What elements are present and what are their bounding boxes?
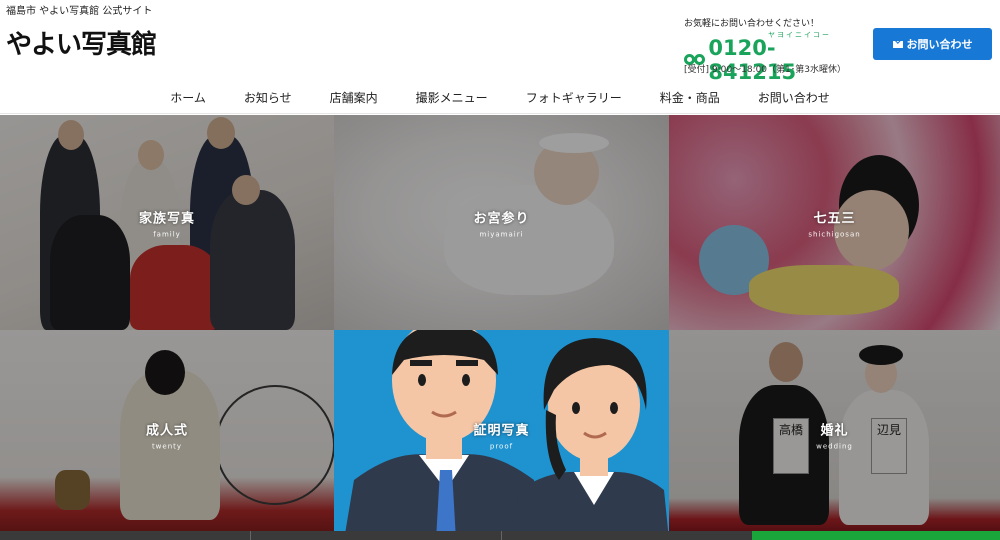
tile-title: 婚礼 xyxy=(820,423,849,439)
tile-title: 証明写真 xyxy=(473,423,530,439)
global-nav: ホーム お知らせ 店舗案内 撮影メニュー フォトギャラリー 料金・商品 お問い合… xyxy=(0,84,1000,114)
tile-proof[interactable]: 証明写真 proof xyxy=(334,330,669,540)
tile-subtitle: miyamairi xyxy=(479,230,524,238)
tile-family-caption: 家族写真 family xyxy=(0,207,334,238)
contact-button-label: お問い合わせ xyxy=(906,38,973,51)
nav-item-home[interactable]: ホーム xyxy=(151,84,225,113)
menu-grid: 家族写真 family お宮参り miyamairi 七五三 shichigos… xyxy=(0,115,1000,540)
tile-title: お宮参り xyxy=(473,211,530,226)
tile-title: 成人式 xyxy=(145,423,188,439)
tile-subtitle: shichigosan xyxy=(808,230,861,238)
tile-seijinshiki[interactable]: 成人式 twenty xyxy=(0,330,334,540)
tile-title: 七五三 xyxy=(813,211,856,226)
tile-wedding-caption: 婚礼 wedding xyxy=(669,420,1000,451)
bottom-bar-phone[interactable] xyxy=(752,531,1000,540)
site-logo[interactable]: やよい写真館 xyxy=(6,24,157,61)
tile-miyamairi-caption: お宮参り miyamairi xyxy=(334,207,669,238)
bottom-action-bar xyxy=(0,531,1000,540)
tile-proof-caption: 証明写真 proof xyxy=(334,420,669,451)
tile-subtitle: proof xyxy=(489,442,514,451)
nav-item-menu[interactable]: 撮影メニュー xyxy=(397,84,507,113)
site-tagline: 福島市 やよい写真館 公式サイト xyxy=(6,6,153,17)
tile-seijinshiki-caption: 成人式 twenty xyxy=(0,420,334,451)
tile-title: 家族写真 xyxy=(138,211,195,226)
business-hours: [受付] 9:00〜18:00（第1･第3水曜休） xyxy=(684,65,846,75)
nav-item-gallery[interactable]: フォトギャラリー xyxy=(507,84,641,113)
tile-shichigosan-caption: 七五三 shichigosan xyxy=(669,207,1000,238)
bottom-bar-left[interactable] xyxy=(0,531,752,540)
mail-icon xyxy=(892,40,903,48)
contact-lead-text: お気軽にお問い合わせください！ xyxy=(684,19,820,29)
tile-miyamairi[interactable]: お宮参り miyamairi xyxy=(334,115,669,330)
nav-item-news[interactable]: お知らせ xyxy=(225,84,311,113)
tel-row[interactable]: 0120-841215 xyxy=(684,36,859,84)
tile-subtitle: twenty xyxy=(151,442,183,451)
nav-item-contact[interactable]: お問い合わせ xyxy=(739,84,849,113)
tel-number[interactable]: 0120-841215 xyxy=(708,36,859,84)
contact-button[interactable]: お問い合わせ xyxy=(873,28,992,60)
tile-wedding[interactable]: 高橋 辺見 婚礼 wedding xyxy=(669,330,1000,540)
tile-family[interactable]: 家族写真 family xyxy=(0,115,334,330)
nav-item-store[interactable]: 店舗案内 xyxy=(311,84,397,113)
tile-subtitle: wedding xyxy=(816,442,853,451)
contact-info: お気軽にお問い合わせください！ ヤヨイニイコー 0120-841215 [受付]… xyxy=(684,16,859,84)
nav-item-price[interactable]: 料金・商品 xyxy=(641,84,739,113)
tile-shichigosan[interactable]: 七五三 shichigosan xyxy=(669,115,1000,330)
tile-subtitle: family xyxy=(153,230,181,238)
site-header: 福島市 やよい写真館 公式サイト やよい写真館 お気軽にお問い合わせください！ … xyxy=(0,0,1000,84)
